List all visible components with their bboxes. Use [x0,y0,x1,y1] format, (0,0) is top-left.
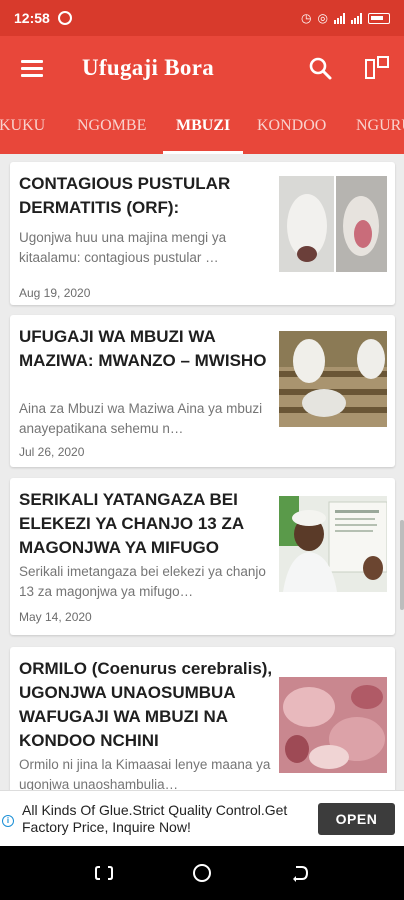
app-title: Ufugaji Bora [82,55,215,80]
article-excerpt: Ormilo ni jina la Kimaasai lenye maana y… [19,757,271,790]
article-thumbnail [279,677,387,773]
signal-icon [334,12,345,24]
tab-kuku[interactable]: KUKU [0,100,45,154]
article-title: UFUGAJI WA MBUZI WA MAZIWA: MWANZO – MWI… [19,327,267,370]
signal-icon-2 [351,12,362,24]
alarm-icon: ◷ [301,11,312,25]
article-date: Jul 26, 2020 [19,445,85,459]
search-icon[interactable] [306,54,336,84]
ad-text[interactable]: All Kinds Of Glue.Strict Quality Control… [22,802,302,836]
article-date: May 14, 2020 [19,610,92,624]
category-tabs: KUKU NGOMBE MBUZI KONDOO NGURUWE [0,100,404,154]
hotspot-icon: ◎ [317,11,328,25]
recents-icon[interactable] [94,863,114,883]
ad-info-icon[interactable]: i [2,815,14,827]
tab-nguruwe[interactable]: NGURUWE [356,100,404,154]
home-icon[interactable] [192,863,212,883]
article-date: Aug 19, 2020 [19,286,91,300]
back-icon[interactable] [290,863,310,883]
article-feed[interactable]: CONTAGIOUS PUSTULAR DERMATITIS (ORF): Ug… [0,154,404,790]
article-thumbnail [279,496,387,592]
article-thumbnail [279,331,387,427]
ad-open-button[interactable]: OPEN [318,803,395,835]
article-card[interactable]: SERIKALI YATANGAZA BEI ELEKEZI YA CHANJO… [10,478,395,635]
status-time: 12:58 [14,10,50,26]
app-bar: Ufugaji Bora [0,36,404,100]
status-bar: 12:58 ◷ ◎ [0,0,404,36]
ad-banner[interactable]: i All Kinds Of Glue.Strict Quality Contr… [0,790,404,846]
tab-ngombe[interactable]: NGOMBE [77,100,146,154]
article-excerpt: Aina za Mbuzi wa Maziwa Aina ya mbuzi an… [19,401,263,436]
article-title: CONTAGIOUS PUSTULAR DERMATITIS (ORF): [19,174,231,217]
notification-icon [57,11,72,25]
menu-icon[interactable] [0,36,64,100]
tab-mbuzi[interactable]: MBUZI [176,100,230,154]
scroll-handle[interactable] [400,520,404,610]
battery-icon [368,12,390,24]
article-thumbnail [279,176,387,272]
article-title: SERIKALI YATANGAZA BEI ELEKEZI YA CHANJO… [19,490,244,557]
article-title: ORMILO (Coenurus cerebralis), UGONJWA UN… [19,659,273,750]
article-card[interactable]: UFUGAJI WA MBUZI WA MAZIWA: MWANZO – MWI… [10,315,395,467]
tab-kondoo[interactable]: KONDOO [257,100,326,154]
status-icons: ◷ ◎ [301,11,390,25]
layout-toggle-icon[interactable] [362,54,392,84]
article-card[interactable]: ORMILO (Coenurus cerebralis), UGONJWA UN… [10,647,395,790]
article-excerpt: Ugonjwa huu una majina mengi ya kitaalam… [19,230,227,265]
article-card[interactable]: CONTAGIOUS PUSTULAR DERMATITIS (ORF): Ug… [10,162,395,305]
system-nav-bar [0,846,404,900]
article-excerpt: Serikali imetangaza bei elekezi ya chanj… [19,564,266,599]
